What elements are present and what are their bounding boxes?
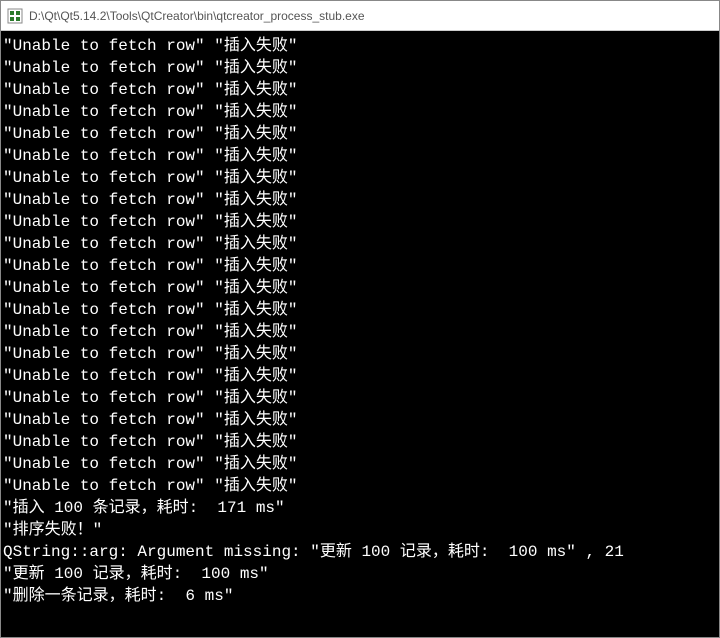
console-line: "Unable to fetch row" "插入失败" xyxy=(3,277,717,299)
console-line: "Unable to fetch row" "插入失败" xyxy=(3,453,717,475)
console-line: "Unable to fetch row" "插入失败" xyxy=(3,431,717,453)
console-line: "Unable to fetch row" "插入失败" xyxy=(3,189,717,211)
console-line: "Unable to fetch row" "插入失败" xyxy=(3,145,717,167)
console-line: "Unable to fetch row" "插入失败" xyxy=(3,79,717,101)
console-line: "Unable to fetch row" "插入失败" xyxy=(3,211,717,233)
console-line: "Unable to fetch row" "插入失败" xyxy=(3,387,717,409)
console-line: "Unable to fetch row" "插入失败" xyxy=(3,365,717,387)
console-line: "Unable to fetch row" "插入失败" xyxy=(3,35,717,57)
console-line: "Unable to fetch row" "插入失败" xyxy=(3,343,717,365)
window-title: D:\Qt\Qt5.14.2\Tools\QtCreator\bin\qtcre… xyxy=(29,9,365,23)
console-line: QString::arg: Argument missing: "更新 100 … xyxy=(3,541,717,563)
app-icon xyxy=(7,8,23,24)
console-line: "Unable to fetch row" "插入失败" xyxy=(3,233,717,255)
console-line: "Unable to fetch row" "插入失败" xyxy=(3,123,717,145)
console-line: "Unable to fetch row" "插入失败" xyxy=(3,299,717,321)
console-line: "Unable to fetch row" "插入失败" xyxy=(3,57,717,79)
console-output: "Unable to fetch row" "插入失败""Unable to f… xyxy=(1,31,719,637)
console-line: "Unable to fetch row" "插入失败" xyxy=(3,475,717,497)
console-line: "Unable to fetch row" "插入失败" xyxy=(3,101,717,123)
console-line: "Unable to fetch row" "插入失败" xyxy=(3,255,717,277)
console-line: "排序失败！" xyxy=(3,519,717,541)
console-line: "删除一条记录，耗时: 6 ms" xyxy=(3,585,717,607)
window-title-bar[interactable]: D:\Qt\Qt5.14.2\Tools\QtCreator\bin\qtcre… xyxy=(1,1,719,31)
console-line: "更新 100 记录，耗时: 100 ms" xyxy=(3,563,717,585)
console-line: "插入 100 条记录，耗时: 171 ms" xyxy=(3,497,717,519)
console-line: "Unable to fetch row" "插入失败" xyxy=(3,409,717,431)
console-line: "Unable to fetch row" "插入失败" xyxy=(3,167,717,189)
console-line: "Unable to fetch row" "插入失败" xyxy=(3,321,717,343)
